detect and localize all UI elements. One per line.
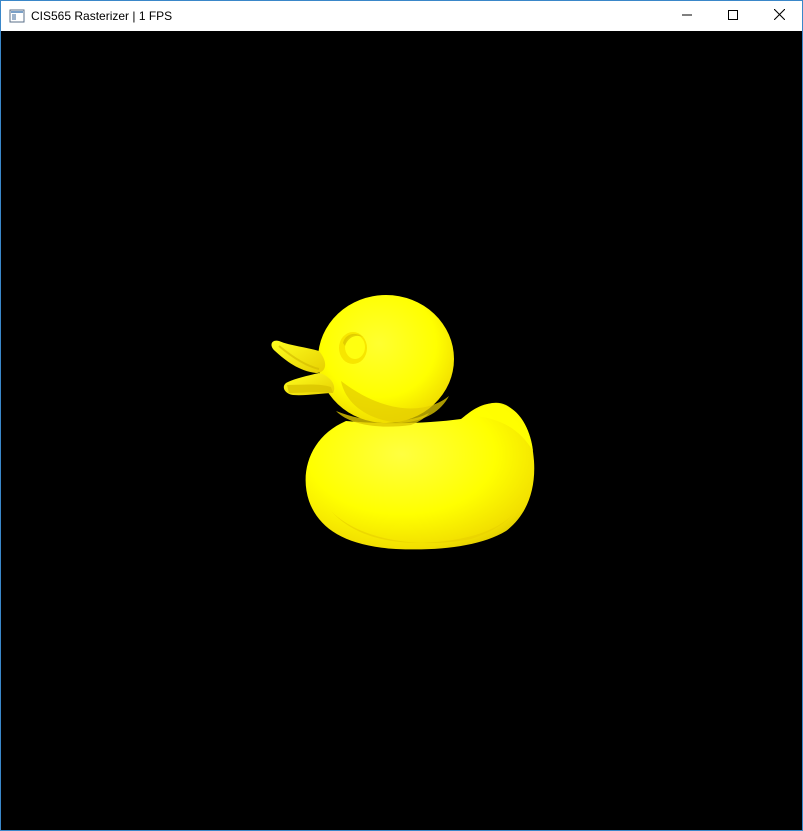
duck-head	[318, 295, 454, 423]
caption-buttons	[664, 1, 802, 31]
maximize-icon	[728, 7, 738, 25]
render-viewport[interactable]	[1, 31, 802, 830]
duck-body	[305, 403, 535, 550]
minimize-button[interactable]	[664, 1, 710, 31]
maximize-button[interactable]	[710, 1, 756, 31]
title-bar[interactable]: CIS565 Rasterizer | 1 FPS	[1, 1, 802, 31]
minimize-icon	[682, 7, 692, 25]
close-button[interactable]	[756, 1, 802, 31]
duck-model	[271, 295, 535, 550]
app-window: CIS565 Rasterizer | 1 FPS	[0, 0, 803, 831]
rubber-duck-render	[271, 295, 535, 550]
app-window-icon	[9, 8, 25, 24]
close-icon	[773, 7, 785, 25]
window-title: CIS565 Rasterizer | 1 FPS	[31, 9, 173, 23]
